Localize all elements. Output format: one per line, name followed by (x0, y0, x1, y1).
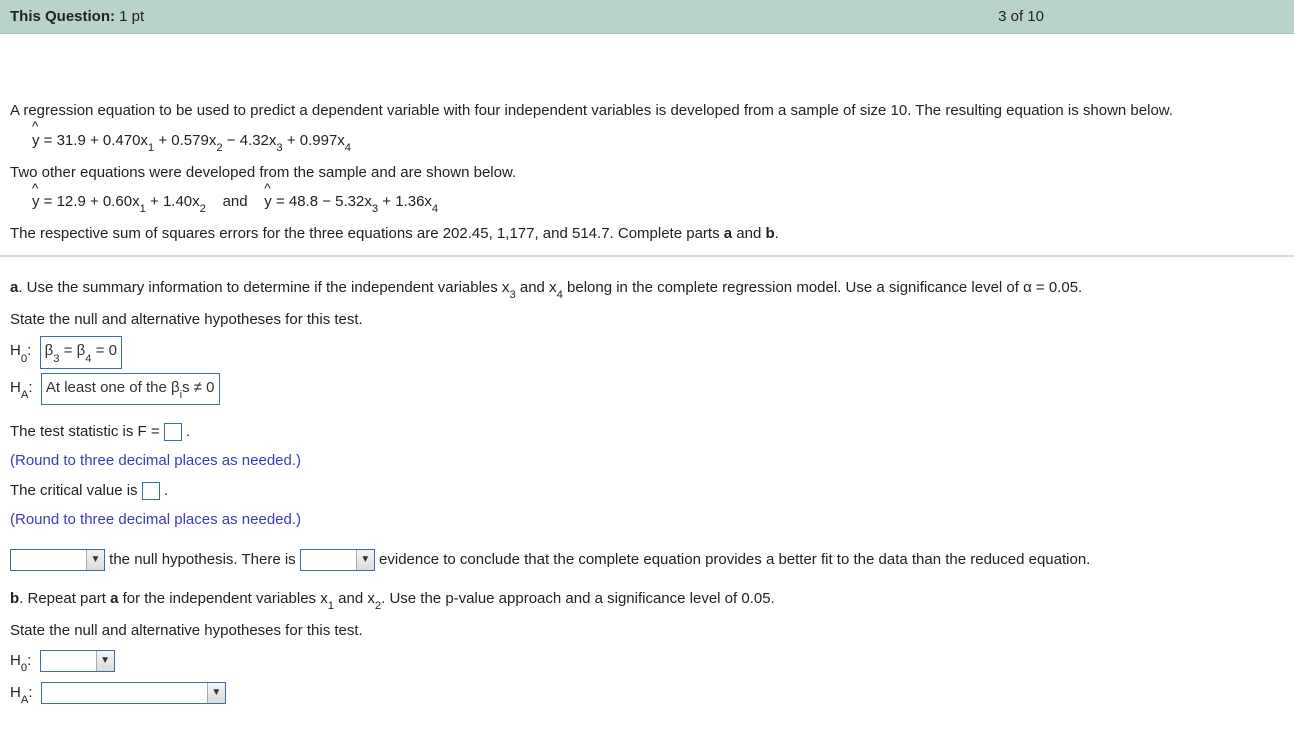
part-b-state: State the null and alternative hypothese… (10, 618, 1284, 644)
evidence-dropdown[interactable]: ▼ (300, 549, 375, 571)
h0-row: H0: β3 = β4 = 0 (10, 336, 1284, 368)
round-hint-1: (Round to three decimal places as needed… (10, 448, 1284, 474)
conclusion-row: ▼ the null hypothesis. There is ▼ eviden… (10, 547, 1284, 573)
f-stat-input[interactable] (164, 423, 182, 441)
chevron-down-icon: ▼ (96, 651, 114, 671)
sse-line: The respective sum of squares errors for… (10, 221, 1284, 247)
ha-selected-value[interactable]: At least one of the βis ≠ 0 (41, 373, 220, 405)
chevron-down-icon: ▼ (207, 683, 225, 703)
chevron-down-icon: ▼ (86, 550, 104, 570)
part-a-section: a. Use the summary information to determ… (0, 256, 1294, 716)
chevron-down-icon: ▼ (356, 550, 374, 570)
question-label-group: This Question: 1 pt (10, 8, 144, 25)
problem-intro-section: A regression equation to be used to pred… (0, 34, 1294, 255)
reject-dropdown[interactable]: ▼ (10, 549, 105, 571)
h0-b-dropdown[interactable]: ▼ (40, 650, 115, 672)
critical-value-row: The critical value is . (10, 478, 1284, 504)
h0-selected-value[interactable]: β3 = β4 = 0 (40, 336, 122, 368)
round-hint-2: (Round to three decimal places as needed… (10, 507, 1284, 533)
ha-b-dropdown[interactable]: ▼ (41, 682, 226, 704)
part-b-ha-row: HA: ▼ (10, 680, 1284, 708)
critical-value-input[interactable] (142, 482, 160, 500)
two-other-text: Two other equations were developed from … (10, 160, 1284, 186)
question-points: 1 pt (119, 8, 144, 25)
question-progress: 3 of 10 (998, 8, 1044, 25)
content: A regression equation to be used to pred… (0, 34, 1294, 716)
part-a-question: a. Use the summary information to determ… (10, 275, 1284, 303)
question-header: This Question: 1 pt 3 of 10 (0, 0, 1294, 34)
equations-2-3: y = 12.9 + 0.60x1 + 1.40x2 and y = 48.8 … (10, 189, 1284, 217)
part-b-question: b. Repeat part a for the independent var… (10, 586, 1284, 614)
equation-1: y = 31.9 + 0.470x1 + 0.579x2 − 4.32x3 + … (10, 128, 1284, 156)
question-label: This Question: (10, 8, 115, 25)
part-a-state: State the null and alternative hypothese… (10, 307, 1284, 333)
part-b-h0-row: H0: ▼ (10, 648, 1284, 676)
ha-row: HA: At least one of the βis ≠ 0 (10, 373, 1284, 405)
test-stat-row: The test statistic is F = . (10, 419, 1284, 445)
intro-text: A regression equation to be used to pred… (10, 98, 1284, 124)
